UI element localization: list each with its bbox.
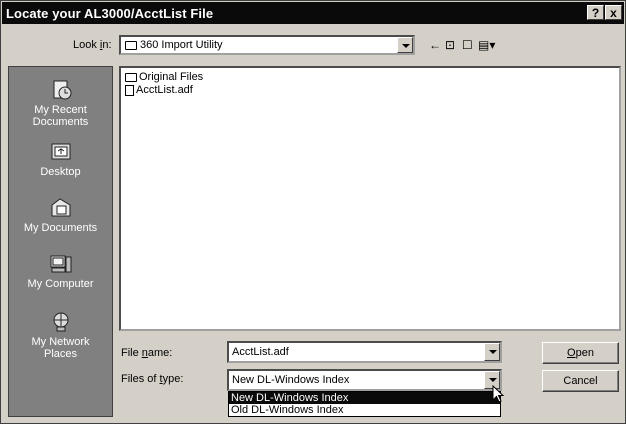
place-desktop[interactable]: Desktop [9,141,112,178]
file-type-options-list[interactable]: New DL-Windows Index Old DL-Windows Inde… [228,391,501,417]
folder-icon [125,72,137,82]
title-bar[interactable]: Locate your AL3000/AcctList File ? x [2,2,624,24]
mouse-cursor-icon [492,385,504,403]
look-in-dropdown-button[interactable] [397,37,413,53]
place-my-network-places[interactable]: My Network Places [9,311,112,360]
file-type-label: Files of type: [121,373,184,385]
list-item-file[interactable]: AcctList.adf [125,84,193,96]
file-type-option[interactable]: Old DL-Windows Index [229,404,500,416]
place-label: Desktop [40,166,81,178]
view-menu-icon[interactable]: ▤▾ [478,38,495,52]
place-label: My Network Places [31,336,90,360]
folder-icon [125,40,137,50]
file-type-select[interactable]: New DL-Windows Index [227,369,502,391]
file-name-field[interactable]: AcctList.adf [227,341,502,363]
up-folder-icon[interactable]: ⊡ [445,38,455,52]
places-bar: My Recent Documents Desktop My Documents… [8,66,113,417]
place-label: My Computer [27,278,94,290]
recent-documents-icon [48,79,74,101]
file-name-label: File name: [121,347,173,359]
list-item-label: AcctList.adf [136,84,193,96]
place-label: My Documents [23,222,98,234]
place-label: My Recent Documents [32,104,89,128]
file-type-value: New DL-Windows Index [232,374,350,386]
my-computer-icon [48,253,74,275]
list-item-folder[interactable]: Original Files [125,71,203,83]
new-folder-icon[interactable]: ☐ [462,38,473,52]
my-documents-icon [48,197,74,219]
list-item-label: Original Files [139,71,204,83]
file-open-dialog: Locate your AL3000/AcctList File ? x Loo… [0,0,626,424]
place-my-documents[interactable]: My Documents [9,197,112,234]
help-button[interactable]: ? [587,5,604,20]
cancel-button[interactable]: Cancel [542,370,619,392]
back-icon[interactable]: ← [429,38,441,52]
file-type-option[interactable]: New DL-Windows Index [229,392,500,404]
dialog-title: Locate your AL3000/AcctList File [6,5,214,21]
close-button[interactable]: x [605,5,622,20]
file-name-dropdown-button[interactable] [484,343,500,361]
look-in-label: Look in: [73,39,112,51]
network-places-icon [48,311,74,333]
place-my-recent-documents[interactable]: My Recent Documents [9,79,112,128]
file-icon [125,84,134,96]
file-list[interactable]: Original Files AcctList.adf [119,66,621,331]
place-my-computer[interactable]: My Computer [9,253,112,290]
look-in-dropdown[interactable]: 360 Import Utility [119,35,415,55]
file-name-value[interactable]: AcctList.adf [229,346,484,358]
desktop-icon [48,141,74,163]
open-button[interactable]: Open [542,342,619,364]
look-in-value: 360 Import Utility [140,39,223,51]
